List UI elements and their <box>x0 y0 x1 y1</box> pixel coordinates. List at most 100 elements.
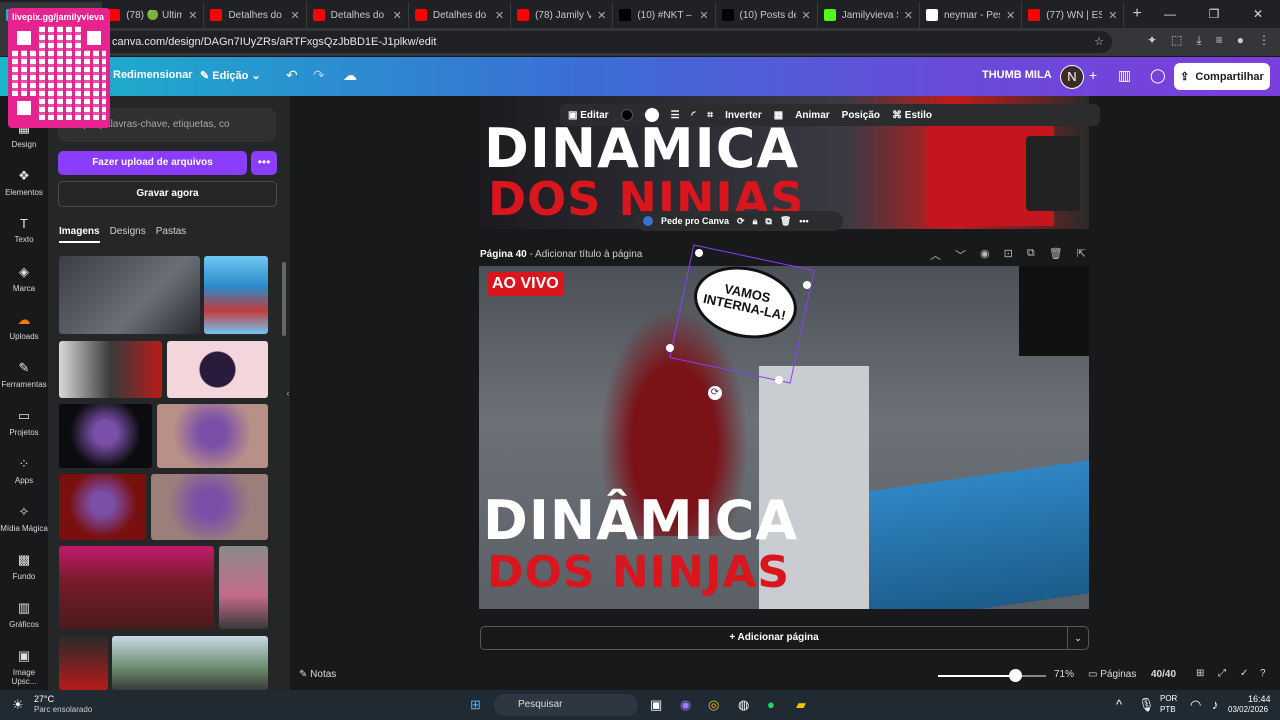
upload-thumbnail[interactable] <box>157 404 268 468</box>
browser-tab[interactable]: (77) WN | ESTR ✕ <box>1022 2 1125 28</box>
rail-item-text[interactable]: T Texto <box>0 216 48 244</box>
project-title[interactable]: THUMB MILA <box>982 69 1052 81</box>
clock-time[interactable]: 16:44 <box>1248 694 1271 704</box>
tab-images[interactable]: Imagens <box>59 226 100 243</box>
rail-item-tools[interactable]: ✎ Ferramentas <box>0 360 48 389</box>
more-icon[interactable]: ••• <box>799 216 808 226</box>
browser-tab[interactable]: (10) Posts de m ✕ <box>716 2 818 28</box>
browser-tab[interactable]: Jamilyvieva Stre ✕ <box>818 2 920 28</box>
upload-files-button[interactable]: Fazer upload de arquivos <box>58 151 247 175</box>
grid-view-icon[interactable]: ⊞ <box>1196 668 1204 679</box>
upload-thumbnail[interactable] <box>59 474 146 540</box>
lock-icon[interactable]: 🔒︎ <box>753 216 758 227</box>
browser-tab[interactable]: (78) 🟢 Últimos ✕ <box>102 2 205 28</box>
zoom-slider-knob[interactable] <box>1008 669 1022 682</box>
corner-rounding-icon[interactable]: ◜ <box>692 110 696 121</box>
color-white-swatch[interactable] <box>644 108 659 122</box>
rail-item-image-upscale[interactable]: ▣ Image Upsc... <box>0 648 48 686</box>
upload-thumbnail[interactable] <box>219 546 268 629</box>
clock-date[interactable]: 03/02/2026 <box>1228 705 1268 714</box>
resize-button[interactable]: Redimensionar <box>113 69 192 81</box>
rotate-handle-icon[interactable]: ⟳ <box>708 386 722 400</box>
language-2[interactable]: PTB <box>1160 705 1176 714</box>
browser-tab[interactable]: neymar - Pesqu ✕ <box>920 2 1023 28</box>
add-page-dropdown-icon[interactable]: ⌄ <box>1067 626 1089 650</box>
crop-icon[interactable]: ⌗ <box>707 110 713 121</box>
url-field[interactable]: canva.com/design/DAGn7IUyZRs/aRTFxgsQzJb… <box>100 31 1112 53</box>
rail-item-brand[interactable]: ◈ Marca <box>0 264 48 293</box>
check-icon[interactable]: ✓ <box>1240 668 1248 679</box>
close-tab-icon[interactable]: ✕ <box>188 9 197 22</box>
hide-page-icon[interactable]: ◉ <box>980 247 990 263</box>
rail-item-folder[interactable]: ▭ Projetos <box>0 408 48 437</box>
fullscreen-icon[interactable]: ⤢ <box>1218 668 1226 679</box>
upload-thumbnail[interactable] <box>204 256 268 334</box>
add-page-button[interactable]: + Adicionar página <box>480 626 1068 650</box>
rail-item-charts[interactable]: ▥ Gráficos <box>0 600 48 629</box>
delete-icon[interactable]: 🗑︎ <box>780 216 791 227</box>
chrome-icon[interactable]: ◎ <box>708 697 719 713</box>
add-page-icon[interactable]: ⇱ <box>1077 247 1086 263</box>
add-page-title-link[interactable]: - Adicionar título à página <box>529 249 642 260</box>
undo-icon[interactable]: ↶ <box>286 67 298 84</box>
microphone-icon[interactable]: 🎙︎ <box>1138 697 1155 713</box>
resize-handle[interactable] <box>666 344 674 352</box>
flip-button[interactable]: Inverter <box>725 110 762 121</box>
upload-thumbnail[interactable] <box>59 404 152 468</box>
close-tab-icon[interactable]: ✕ <box>1108 9 1117 22</box>
transparency-icon[interactable]: ▦ <box>774 110 783 121</box>
cloud-save-icon[interactable]: ☁ <box>343 67 357 84</box>
spotify-icon[interactable]: ● <box>767 697 775 712</box>
upload-thumbnail[interactable] <box>59 341 162 398</box>
delete-page-icon[interactable]: 🗑︎ <box>1049 247 1063 263</box>
rail-item-apps[interactable]: ⁘ Apps <box>0 456 48 485</box>
upload-thumbnail[interactable] <box>59 546 214 629</box>
rail-item-elements[interactable]: ❖ Elementos <box>0 168 48 197</box>
animate-button[interactable]: Animar <box>795 110 829 121</box>
resize-handle[interactable] <box>695 249 703 257</box>
rotate-icon[interactable]: ⟳ <box>737 216 745 227</box>
move-down-icon[interactable]: ﹀ <box>955 247 966 263</box>
notes-button[interactable]: ✎ Notas <box>299 669 336 680</box>
close-tab-icon[interactable]: ✕ <box>393 9 402 22</box>
more-options-button[interactable]: ••• <box>251 151 277 175</box>
pages-button[interactable]: ▭ Páginas <box>1088 669 1136 680</box>
menu-icon[interactable]: ⋮ <box>1258 33 1270 48</box>
move-up-icon[interactable]: ︿ <box>930 247 941 263</box>
help-icon[interactable]: ? <box>1260 668 1266 679</box>
tab-designs[interactable]: Designs <box>110 226 146 243</box>
panel-scrollbar[interactable] <box>282 262 286 336</box>
close-window-icon[interactable]: ✕ <box>1236 0 1280 28</box>
bookmark-star-icon[interactable]: ☆ <box>1094 31 1104 53</box>
record-now-button[interactable]: Gravar agora <box>58 181 277 207</box>
share-button[interactable]: ⇪ Compartilhar <box>1174 63 1270 90</box>
browser-tab[interactable]: Detalhes do víd ✕ <box>204 2 307 28</box>
browser-tab[interactable]: Detalhes do víd ✕ <box>409 2 512 28</box>
language-1[interactable]: POR <box>1160 694 1177 703</box>
browser-tab[interactable]: (78) Jamily Viev ✕ <box>511 2 614 28</box>
duplicate-page-icon[interactable]: ⧉ <box>1027 247 1035 263</box>
file-explorer-icon[interactable]: ▰ <box>796 697 806 713</box>
style-button[interactable]: ⌘ Estilo <box>892 110 932 121</box>
new-tab-button[interactable]: + <box>1132 5 1141 23</box>
upload-thumbnail[interactable] <box>167 341 268 398</box>
close-tab-icon[interactable]: ✕ <box>495 9 504 22</box>
volume-icon[interactable]: ♪ <box>1212 697 1219 712</box>
close-tab-icon[interactable]: ✕ <box>290 9 299 22</box>
puzzle-icon[interactable]: ⬚ <box>1171 33 1182 48</box>
resize-handle[interactable] <box>803 281 811 289</box>
weather-icon[interactable]: ☀ <box>12 697 24 713</box>
windows-start-icon[interactable]: ⊞ <box>470 697 481 713</box>
minimize-icon[interactable]: — <box>1148 0 1192 28</box>
add-collaborator-icon[interactable]: + <box>1089 67 1097 83</box>
duplicate-icon[interactable]: ⧉ <box>765 216 771 227</box>
position-button[interactable]: Posição <box>842 110 880 121</box>
close-tab-icon[interactable]: ✕ <box>699 9 708 22</box>
upload-thumbnail[interactable] <box>59 256 200 334</box>
close-tab-icon[interactable]: ✕ <box>597 9 606 22</box>
zoom-value[interactable]: 71% <box>1054 669 1074 680</box>
canva-assistant-icon[interactable] <box>643 216 653 226</box>
comment-icon[interactable]: ◯ <box>1150 67 1166 84</box>
color-black-swatch[interactable] <box>620 109 633 121</box>
avatar[interactable]: N <box>1060 65 1084 89</box>
